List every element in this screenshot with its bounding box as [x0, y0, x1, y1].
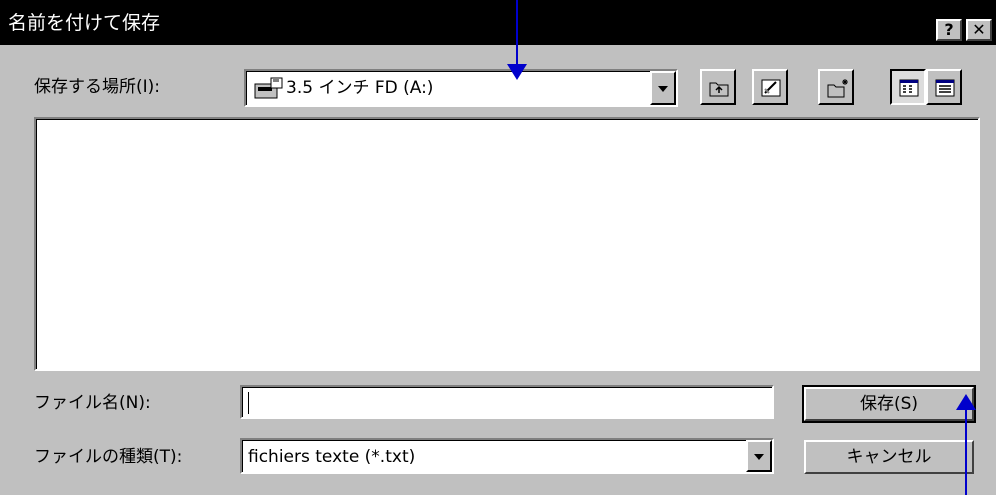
filetype-value: fichiers texte (*.txt) [248, 447, 416, 467]
title-bar: 名前を付けて保存 ? ✕ [0, 0, 996, 45]
help-button[interactable]: ? [936, 19, 962, 41]
new-folder-button[interactable] [818, 69, 854, 105]
arrow-down-icon [507, 64, 527, 80]
new-folder-icon [827, 79, 848, 98]
arrow-up-icon [956, 394, 976, 410]
details-view-icon [935, 79, 955, 97]
filetype-dropdown[interactable]: fichiers texte (*.txt) [240, 438, 774, 474]
save-location-dropdown-button[interactable] [650, 71, 676, 105]
filetype-label: ファイルの種類(T): [34, 447, 183, 467]
dialog-title: 名前を付けて保存 [8, 12, 161, 34]
save-location-value: 3.5 インチ FD (A:) [286, 78, 434, 98]
desktop-icon [761, 79, 781, 97]
save-location-label: 保存する場所(I): [34, 77, 161, 97]
list-view-button[interactable] [890, 69, 926, 105]
file-list[interactable] [34, 117, 980, 371]
cancel-button[interactable]: キャンセル [804, 440, 974, 474]
details-view-button[interactable] [926, 69, 962, 105]
chevron-down-icon [658, 86, 668, 92]
save-button[interactable]: 保存(S) [802, 385, 976, 423]
text-caret [248, 392, 249, 414]
close-button[interactable]: ✕ [966, 19, 992, 41]
annotation-arrow-location [516, 0, 518, 68]
filetype-dropdown-button[interactable] [746, 440, 772, 472]
desktop-button[interactable] [752, 69, 788, 105]
filename-input[interactable] [240, 385, 774, 419]
annotation-arrow-save [965, 406, 967, 495]
filename-label: ファイル名(N): [34, 393, 151, 413]
chevron-down-icon [754, 454, 764, 460]
floppy-drive-icon [254, 77, 283, 99]
save-location-dropdown[interactable]: 3.5 インチ FD (A:) [244, 69, 678, 107]
list-view-icon [899, 79, 919, 97]
up-one-level-icon [709, 82, 729, 97]
up-one-level-button[interactable] [700, 69, 736, 105]
